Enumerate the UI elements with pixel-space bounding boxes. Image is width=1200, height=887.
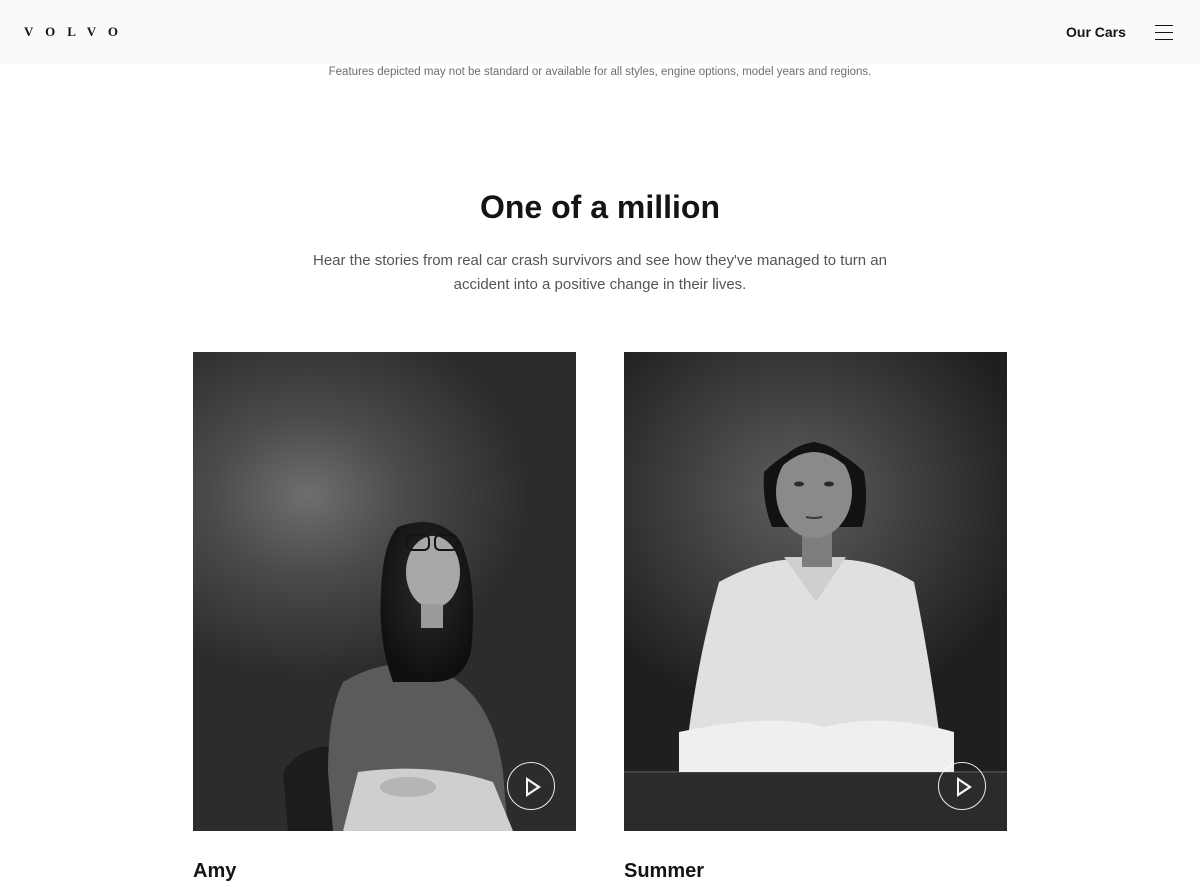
- story-card-amy[interactable]: Amy: [193, 352, 576, 883]
- summer-portrait-image[interactable]: [624, 352, 1007, 831]
- our-cars-link[interactable]: Our Cars: [1066, 22, 1126, 42]
- summer-portrait-illustration: [624, 442, 1007, 831]
- hamburger-menu-icon[interactable]: [1152, 22, 1176, 42]
- story-name[interactable]: Amy: [193, 859, 576, 883]
- story-card-summer[interactable]: Summer: [624, 352, 1007, 883]
- amy-portrait-image[interactable]: [193, 352, 576, 831]
- play-icon[interactable]: [938, 762, 986, 810]
- features-disclaimer: Features depicted may not be standard or…: [328, 66, 872, 78]
- top-navigation: VOLVO Our Cars: [0, 0, 1200, 64]
- play-icon[interactable]: [507, 762, 555, 810]
- story-name[interactable]: Summer: [624, 859, 1007, 883]
- section-description: Hear the stories from real car crash sur…: [313, 252, 887, 293]
- section-title: One of a million: [479, 189, 720, 225]
- volvo-logo[interactable]: VOLVO: [24, 24, 130, 40]
- amy-portrait-illustration: [283, 522, 513, 831]
